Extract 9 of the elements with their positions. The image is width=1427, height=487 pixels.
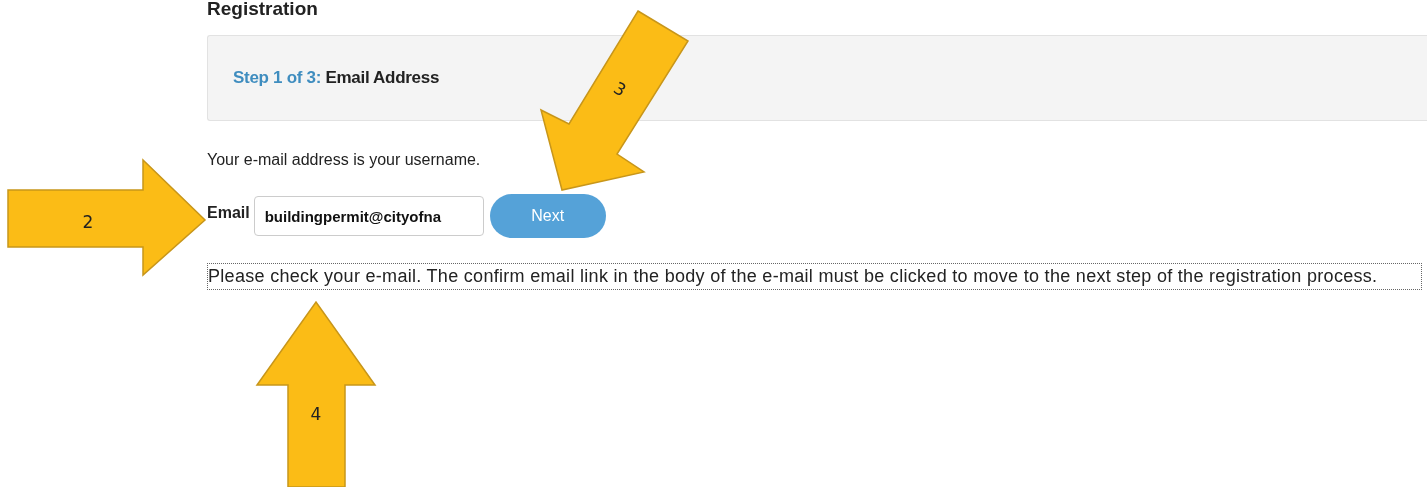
callout-number: 4 <box>310 404 322 424</box>
page-title: Registration <box>207 0 318 18</box>
confirmation-message: Please check your e-mail. The confirm email link in the body of the e-mail must be clicked to move to the next step of the registration process. <box>207 263 1422 290</box>
email-field[interactable]: buildingpermit@cityofna <box>253 196 484 236</box>
callout-number: 2 <box>82 212 94 232</box>
callout-number: 3 <box>610 77 630 101</box>
step-heading: Step 1 of 3: Email Address <box>233 68 440 88</box>
intro-text: Your e-mail address is your username. <box>207 151 481 169</box>
email-label: Email <box>207 204 250 222</box>
